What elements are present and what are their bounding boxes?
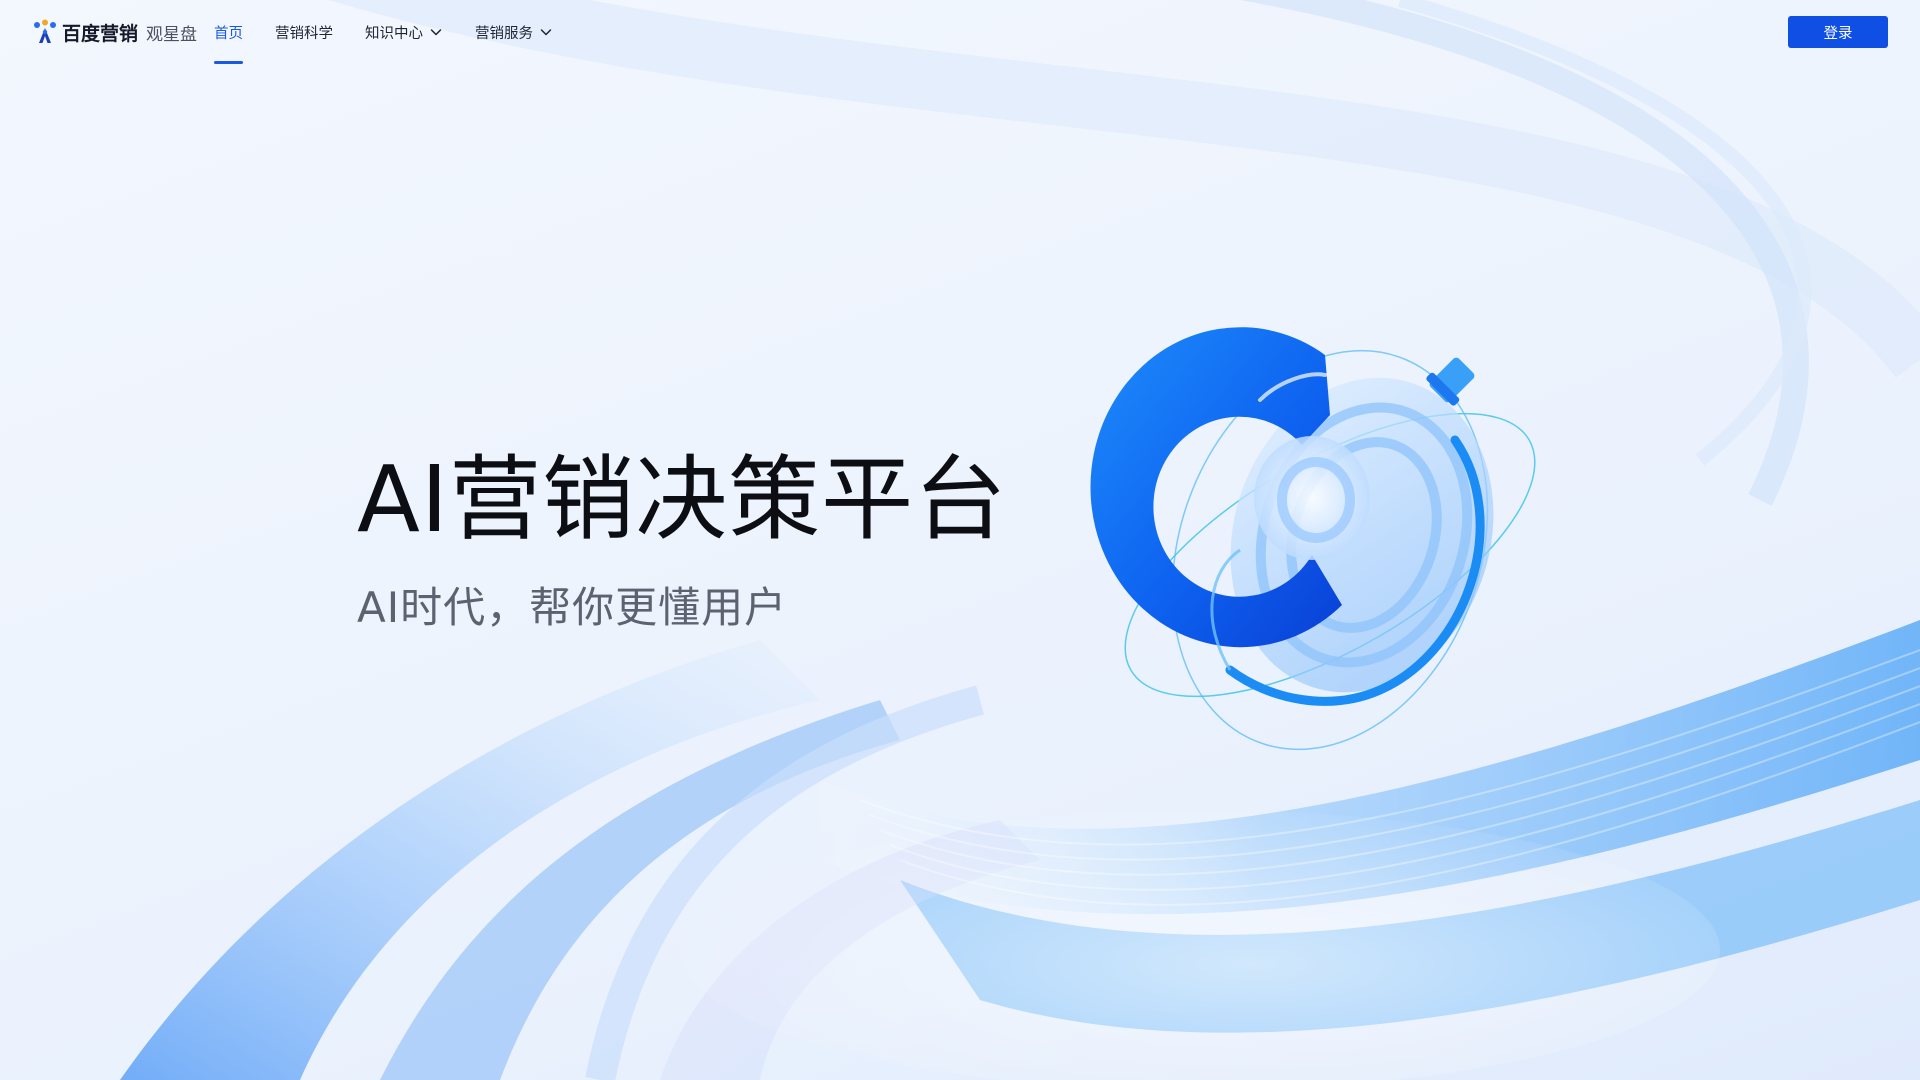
nav-item-knowledge-center[interactable]: 知识中心: [365, 0, 443, 64]
ai-ring-illustration: [1090, 327, 1536, 751]
hero-subtitle: AI时代，帮你更懂用户: [357, 583, 788, 632]
nav-item-marketing-science[interactable]: 营销科学: [275, 0, 333, 64]
active-tab-indicator: [214, 61, 243, 64]
brand-logo[interactable]: 百度营销 观星盘: [32, 19, 197, 45]
nav-item-label: 知识中心: [365, 25, 423, 42]
brand-name: 百度营销: [62, 22, 139, 45]
nav-item-label: 首页: [214, 25, 243, 42]
nav-item-marketing-services[interactable]: 营销服务: [475, 0, 553, 64]
nav-item-home[interactable]: 首页: [214, 0, 243, 64]
top-navigation-bar: 百度营销 观星盘 首页 营销科学 知识中心 营销服务 登录: [0, 0, 1920, 64]
product-name: 观星盘: [146, 24, 198, 45]
chevron-down-icon: [540, 29, 552, 36]
page: 百度营销 观星盘 首页 营销科学 知识中心 营销服务 登录 AI营销决策平台 A…: [0, 0, 1920, 1080]
main-nav: 首页 营销科学 知识中心 营销服务: [214, 0, 585, 64]
nav-item-label: 营销科学: [275, 25, 333, 42]
nav-item-label: 营销服务: [475, 25, 533, 42]
chevron-down-icon: [430, 29, 442, 36]
baidu-marketing-logo-icon: [34, 19, 56, 43]
login-button[interactable]: 登录: [1788, 16, 1888, 48]
hero-title: AI营销决策平台: [357, 446, 1008, 553]
